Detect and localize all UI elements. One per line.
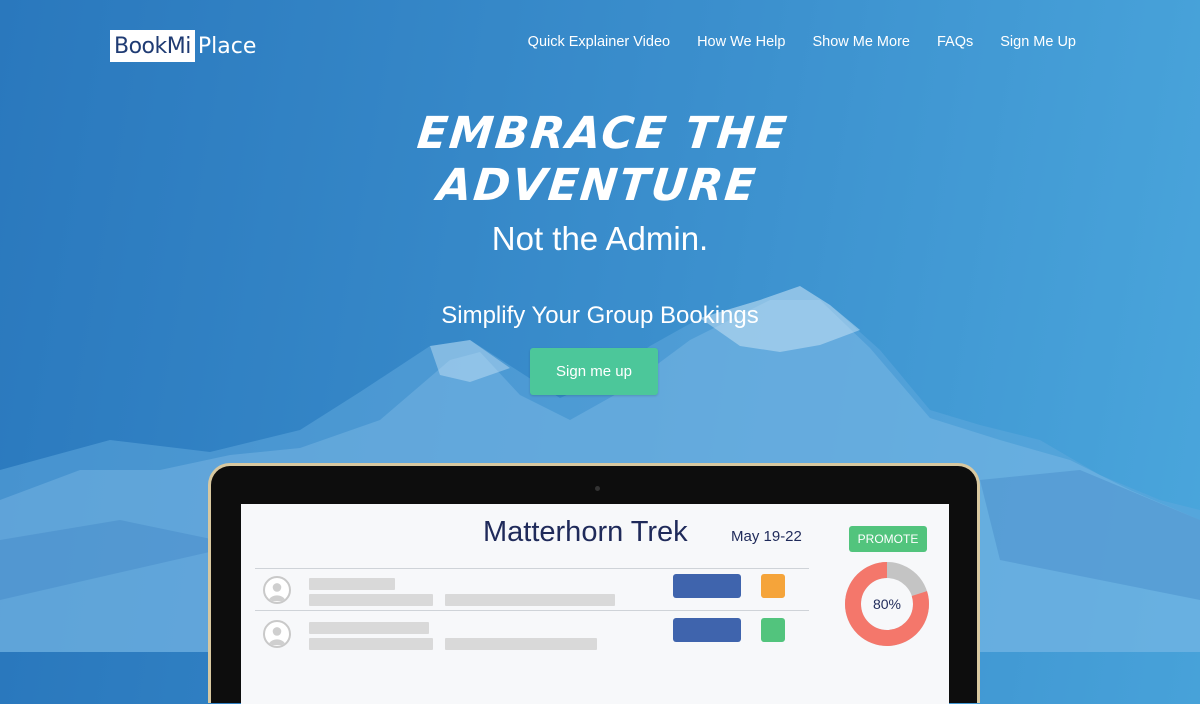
brand-logo[interactable]: BookMi Place xyxy=(110,30,259,62)
placeholder-text-bar xyxy=(309,578,395,590)
placeholder-text-bar xyxy=(309,594,433,606)
promote-button[interactable]: PROMOTE xyxy=(849,526,927,552)
nav-link-how-we-help[interactable]: How We Help xyxy=(697,34,785,50)
row-divider xyxy=(255,610,809,611)
placeholder-text-bar xyxy=(309,622,429,634)
camera-dot xyxy=(595,486,600,491)
row-divider xyxy=(255,568,809,569)
laptop-mockup: Matterhorn Trek May 19-22 PROMOTE 80% xyxy=(208,463,980,704)
trek-title: Matterhorn Trek xyxy=(483,516,688,548)
progress-percent-label: 80% xyxy=(873,596,901,612)
dashboard-preview: Matterhorn Trek May 19-22 PROMOTE 80% xyxy=(241,504,949,704)
participant-row xyxy=(255,570,809,612)
nav-link-sign-me-up[interactable]: Sign Me Up xyxy=(1000,34,1076,50)
hero-title-line-2: Adventure xyxy=(435,160,760,211)
status-indicator xyxy=(761,618,785,642)
sign-up-button[interactable]: Sign me up xyxy=(530,348,658,395)
main-nav: Quick Explainer Video How We Help Show M… xyxy=(528,34,1076,50)
progress-donut-chart: 80% xyxy=(845,562,929,646)
logo-part-place: Place xyxy=(197,33,257,59)
avatar-placeholder-icon xyxy=(263,576,291,604)
hero-tagline: Simplify Your Group Bookings xyxy=(441,302,759,329)
placeholder-text-bar xyxy=(445,638,597,650)
status-indicator xyxy=(761,574,785,598)
hero-subtitle: Not the Admin. xyxy=(491,220,709,257)
nav-link-faqs[interactable]: FAQs xyxy=(937,34,973,50)
row-action-button[interactable] xyxy=(673,574,741,598)
placeholder-text-bar xyxy=(309,638,433,650)
hero-title-line-1: Embrace the xyxy=(414,108,791,159)
participant-row xyxy=(255,614,809,656)
avatar-placeholder-icon xyxy=(263,620,291,648)
hero-title: Embrace the Adventure xyxy=(0,108,1200,212)
row-action-button[interactable] xyxy=(673,618,741,642)
nav-link-explainer-video[interactable]: Quick Explainer Video xyxy=(528,34,670,50)
trek-date: May 19-22 xyxy=(731,528,802,545)
placeholder-text-bar xyxy=(445,594,615,606)
logo-part-bookmi: BookMi xyxy=(110,30,195,62)
nav-link-show-me-more[interactable]: Show Me More xyxy=(812,34,910,50)
